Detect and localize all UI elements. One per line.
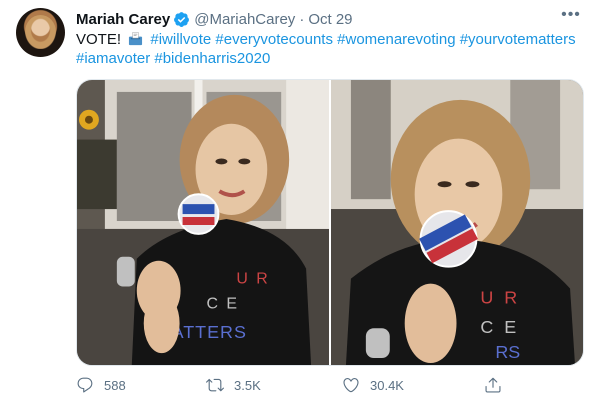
- ballot-box-icon: [129, 32, 143, 46]
- like-button[interactable]: 30.4K: [342, 376, 404, 394]
- tweet-photo[interactable]: C E U R RS: [331, 80, 583, 365]
- more-options-icon[interactable]: •••: [560, 7, 582, 28]
- author-name[interactable]: Mariah Carey: [76, 11, 170, 28]
- hashtag-link[interactable]: #iwillvote: [150, 31, 211, 48]
- retweet-count: 3.5K: [234, 377, 261, 393]
- author-handle[interactable]: @MariahCarey: [194, 11, 295, 28]
- hashtag-link[interactable]: #bidenharris2020: [154, 50, 270, 67]
- action-bar: 588 3.5K 30.4K: [76, 374, 506, 396]
- avatar[interactable]: [16, 8, 65, 57]
- svg-text:C E: C E: [206, 295, 239, 312]
- svg-text:C E: C E: [480, 317, 519, 337]
- tweet-text-prefix: VOTE!: [76, 31, 122, 48]
- svg-text:U R: U R: [480, 287, 520, 307]
- separator-dot: ·: [299, 10, 305, 28]
- hashtag-link[interactable]: #yourvotematters: [460, 31, 576, 48]
- svg-text:RS: RS: [495, 342, 520, 362]
- share-button[interactable]: [484, 376, 512, 394]
- photo-image: C E U R RS: [331, 80, 583, 365]
- like-count: 30.4K: [370, 377, 404, 393]
- share-icon: [485, 377, 501, 393]
- verified-badge-icon: [174, 11, 190, 27]
- tweet-text: VOTE! #iwillvote #everyvotecounts #women…: [76, 30, 586, 68]
- svg-text:U R: U R: [236, 271, 269, 288]
- tweet-header: Mariah Carey @MariahCarey · Oct 29: [76, 9, 353, 29]
- retweet-icon: [206, 378, 224, 392]
- reply-count: 588: [104, 377, 126, 393]
- tweet-photo[interactable]: C E ATTERS U R: [77, 80, 329, 365]
- hashtag-link[interactable]: #everyvotecounts: [215, 31, 333, 48]
- tweet[interactable]: Mariah Carey @MariahCarey · Oct 29 ••• V…: [0, 0, 598, 405]
- tweet-date[interactable]: Oct 29: [308, 11, 352, 28]
- heart-icon: [343, 378, 359, 393]
- reply-icon: [77, 377, 93, 393]
- retweet-button[interactable]: 3.5K: [206, 376, 261, 394]
- hashtag-link[interactable]: #iamavoter: [76, 50, 150, 67]
- hashtag-link[interactable]: #womenarevoting: [337, 31, 455, 48]
- svg-text:ATTERS: ATTERS: [172, 322, 247, 342]
- media-grid: C E ATTERS U R C E U R RS: [76, 79, 584, 366]
- photo-image: C E ATTERS U R: [77, 80, 329, 365]
- reply-button[interactable]: 588: [76, 376, 126, 394]
